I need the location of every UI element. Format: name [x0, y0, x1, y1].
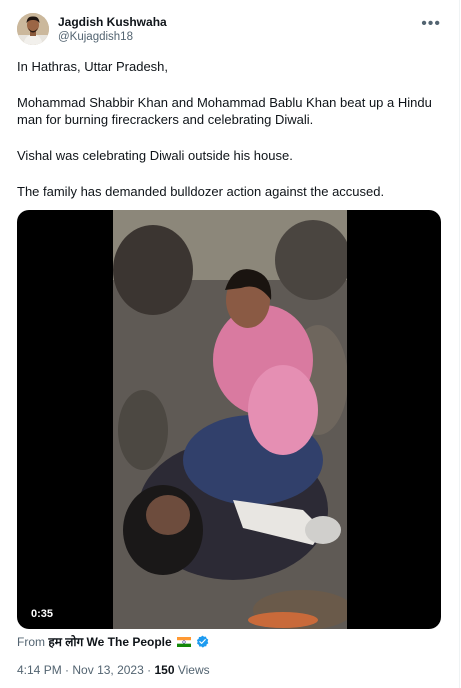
tweet-date[interactable]: Nov 13, 2023 — [72, 663, 143, 677]
tweet-meta: 4:14 PM · Nov 13, 2023 · 150 Views — [17, 663, 210, 678]
views-label: Views — [177, 663, 210, 677]
views-count: 150 — [154, 663, 175, 677]
video-frame — [113, 210, 347, 629]
video-player[interactable]: 0:35 — [17, 210, 441, 629]
tweet-time[interactable]: 4:14 PM — [17, 663, 62, 677]
india-flag-icon — [177, 637, 192, 647]
display-name[interactable]: Jagdish Kushwaha — [58, 15, 167, 30]
more-horizontal-icon[interactable]: ••• — [421, 15, 441, 33]
tweet-text-line-3: Vishal was celebrating Diwali outside hi… — [17, 148, 293, 163]
tweet-text-line-2: Mohammad Shabbir Khan and Mohammad Bablu… — [17, 95, 432, 127]
source-attribution: From हम लोग We The People — [17, 635, 209, 650]
tweet-card: Jagdish Kushwaha @Kujagdish18 ••• In Hat… — [0, 0, 460, 688]
handle[interactable]: @Kujagdish18 — [58, 30, 167, 44]
meta-separator: · — [65, 663, 70, 677]
tweet-header: Jagdish Kushwaha @Kujagdish18 ••• — [17, 13, 443, 47]
video-duration: 0:35 — [26, 607, 59, 621]
verified-badge-icon — [197, 635, 209, 648]
meta-separator-2: · — [147, 663, 152, 677]
author-names: Jagdish Kushwaha @Kujagdish18 — [58, 15, 167, 44]
tweet-text-line-4: The family has demanded bulldozer action… — [17, 184, 385, 199]
profile-photo — [17, 13, 49, 45]
avatar[interactable] — [17, 13, 49, 45]
source-name[interactable]: हम लोग We The People — [48, 635, 171, 649]
source-prefix: From — [17, 635, 45, 649]
tweet-text-line-1: In Hathras, Uttar Pradesh, — [17, 59, 169, 74]
